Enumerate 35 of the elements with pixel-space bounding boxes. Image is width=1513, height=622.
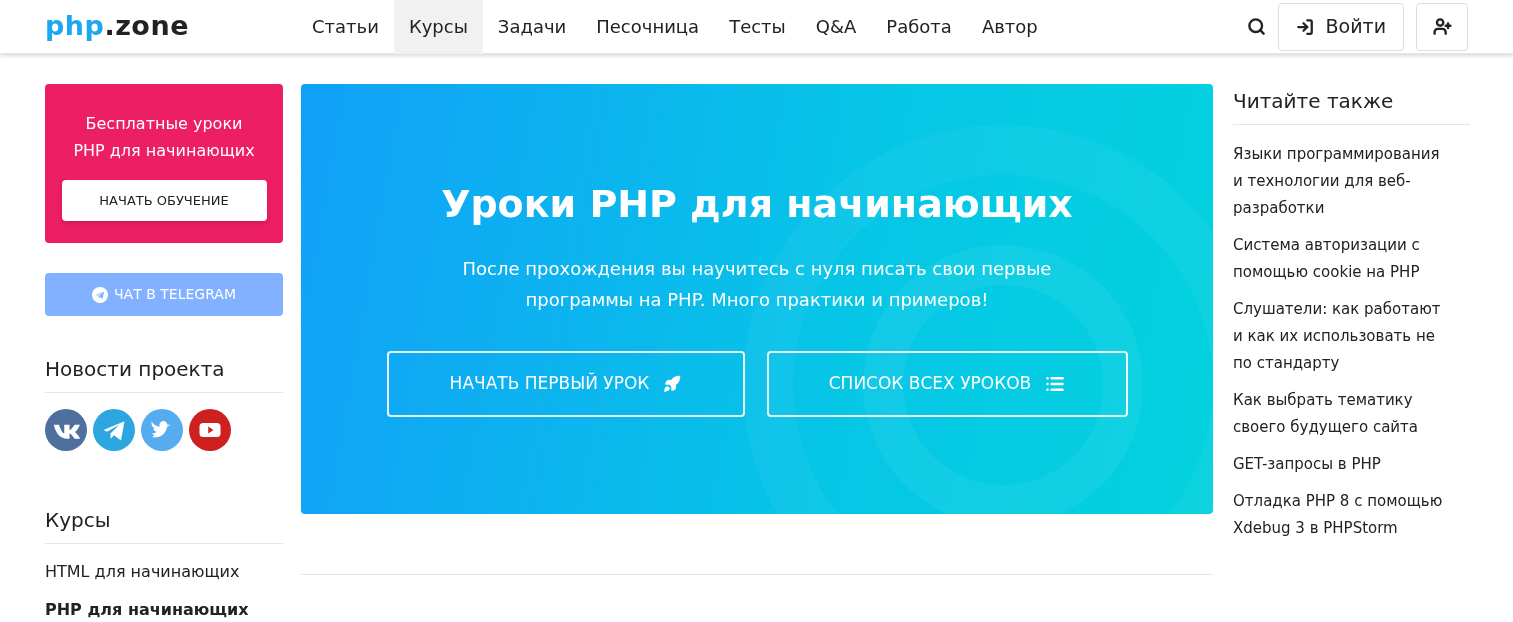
login-button[interactable]: Войти	[1277, 2, 1404, 51]
nav-link[interactable]: Песочница	[581, 0, 715, 54]
add-user-icon	[1432, 17, 1452, 36]
hero-title: Уроки PHP для начинающих	[441, 181, 1073, 228]
section-heading: Новости проекта	[45, 354, 283, 393]
sign-in-icon	[1295, 17, 1314, 36]
vk-icon[interactable]	[45, 409, 87, 451]
nav-link[interactable]: Q&A	[800, 0, 872, 54]
nav-link[interactable]: Задачи	[482, 0, 582, 54]
rocket-icon	[663, 375, 682, 393]
related-article-link[interactable]: Языки программирования и технологии для веб-разработки	[1233, 141, 1453, 222]
youtube-icon[interactable]	[189, 409, 231, 451]
promo-title: Бесплатные уроки PHP для начинающих	[72, 113, 256, 162]
hero-text: После прохождения вы научитесь с нуля писать свои первые программы на PHP. Много практики и примеров!	[461, 257, 1053, 312]
register-button[interactable]	[1416, 2, 1468, 51]
related-article-link[interactable]: Слушатели: как работают и как их использовать не по стандарту	[1233, 296, 1453, 377]
section-heading: Курсы	[45, 505, 283, 544]
nav-link[interactable]: Статьи	[297, 0, 394, 54]
nav-link[interactable]: Автор	[966, 0, 1053, 54]
start-learning-button[interactable]: НАЧАТЬ ОБУЧЕНИЕ	[61, 180, 267, 221]
course-link[interactable]: HTML для начинающих	[45, 558, 283, 586]
course-link[interactable]: PHP для начинающих	[45, 596, 283, 622]
section-heading: Читайте также	[1233, 84, 1470, 125]
search-icon[interactable]	[1246, 17, 1266, 36]
related-article-link[interactable]: Отладка PHP 8 с помощью Xdebug 3 в PHPStorm	[1233, 488, 1453, 542]
telegram-icon[interactable]	[93, 409, 135, 451]
site-logo[interactable]: php.zone	[45, 6, 297, 47]
telegram-icon	[92, 286, 108, 303]
list-icon	[1045, 374, 1066, 394]
related-article-link[interactable]: Как выбрать тематику своего будущего сайта	[1233, 387, 1453, 441]
related-article-link[interactable]: Система авторизации с помощью cookie на PHP	[1233, 232, 1453, 286]
nav-link[interactable]: Тесты	[714, 0, 801, 54]
nav-link[interactable]: Работа	[871, 0, 967, 54]
related-article-link[interactable]: GET-запросы в PHP	[1233, 451, 1453, 478]
nav-link[interactable]: Курсы	[393, 0, 483, 54]
